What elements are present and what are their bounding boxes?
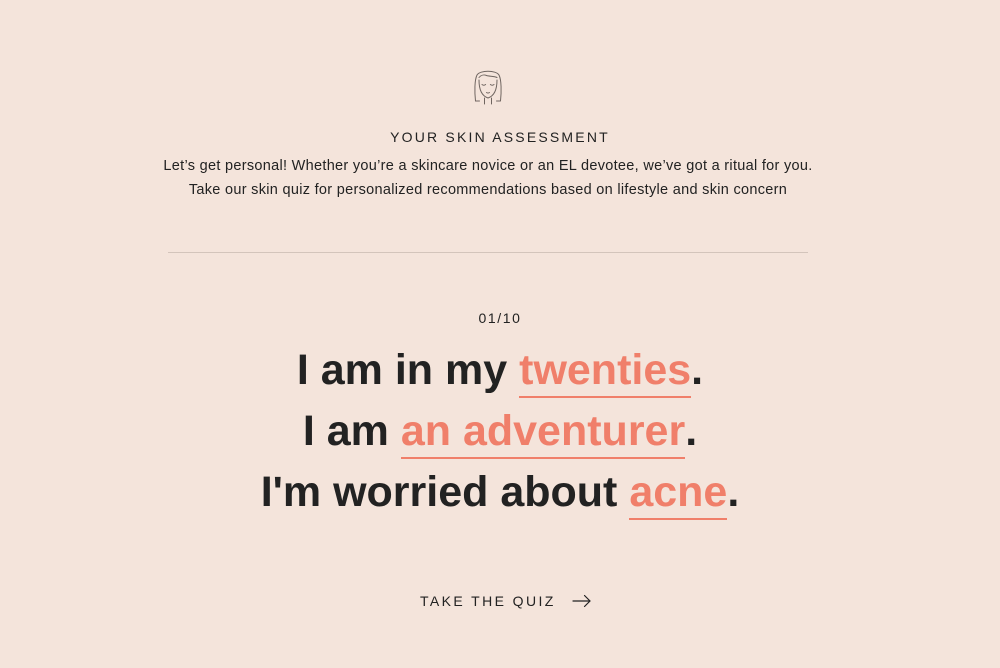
intro-text: Let’s get personal! Whether you’re a ski… (163, 158, 813, 198)
statement-suffix: . (691, 346, 704, 394)
concern-choice-dropdown[interactable]: acne (629, 466, 728, 520)
statement-age: I am in my twenties. (0, 340, 1000, 401)
section-title: YOUR SKIN ASSESSMENT (390, 129, 610, 145)
quiz-statements: I am in my twenties. I am an adventurer.… (0, 340, 1000, 523)
statement-prefix: I am in my (296, 346, 520, 394)
statement-suffix: . (685, 407, 698, 455)
statement-prefix: I'm worried about (260, 468, 630, 516)
arrow-right-icon (572, 594, 591, 608)
age-choice-dropdown[interactable]: twenties (519, 344, 692, 398)
statement-suffix: . (727, 468, 740, 516)
statement-concern: I'm worried about acne. (0, 462, 1000, 523)
step-counter: 01/10 (478, 310, 522, 326)
take-quiz-label: TAKE THE QUIZ (420, 593, 556, 609)
face-icon (474, 70, 502, 105)
statement-prefix: I am (302, 407, 401, 455)
lifestyle-choice-dropdown[interactable]: an adventurer (400, 405, 686, 459)
divider (168, 252, 808, 253)
take-quiz-button[interactable]: TAKE THE QUIZ (420, 590, 592, 612)
statement-lifestyle: I am an adventurer. (0, 401, 1000, 462)
